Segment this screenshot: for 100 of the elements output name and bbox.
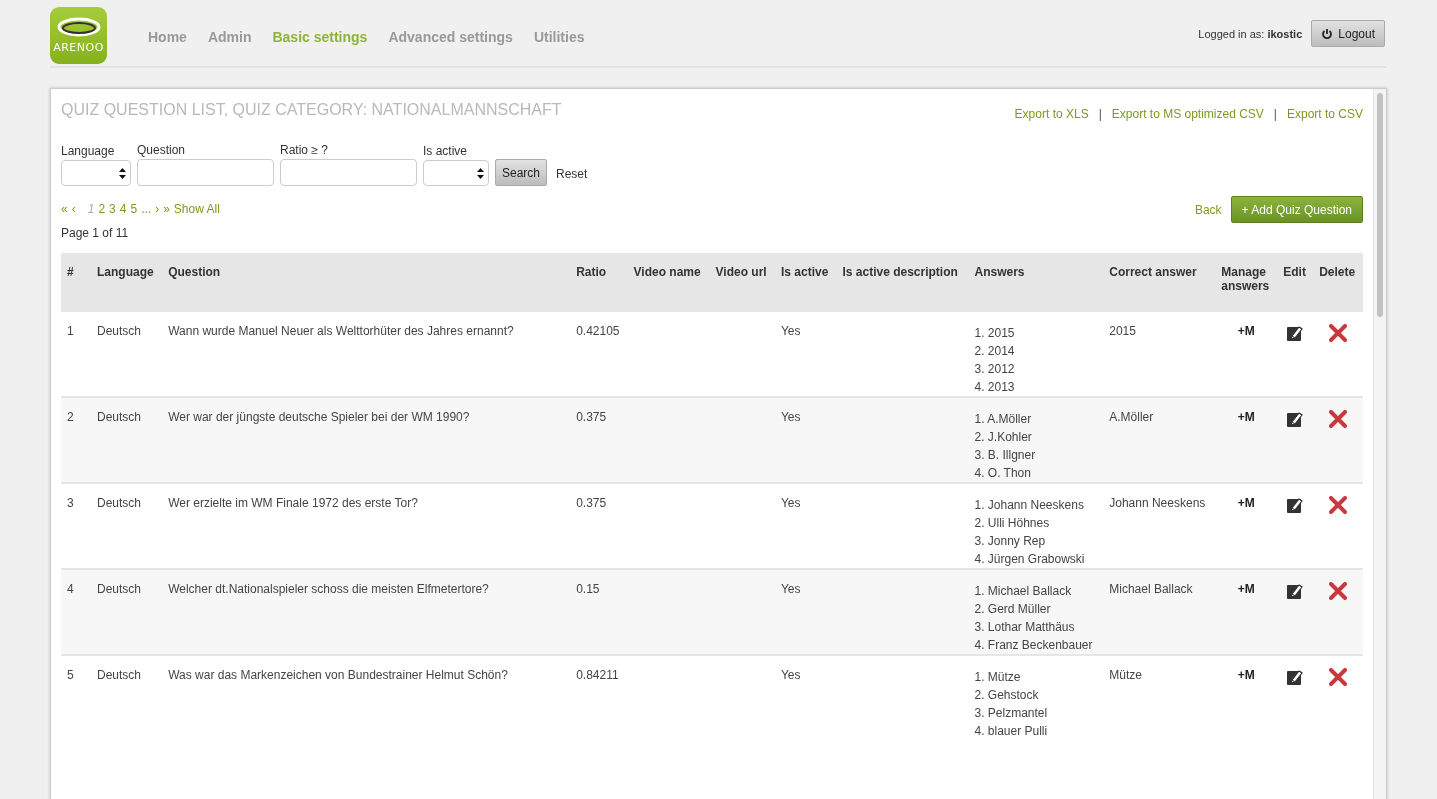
edit-icon[interactable]: [1286, 496, 1305, 514]
first-page-link[interactable]: «: [61, 202, 68, 216]
table-cell: Michael Ballack: [1109, 582, 1193, 596]
answer-item: 4. O. Thon: [974, 465, 1032, 482]
next-page-link[interactable]: ›: [155, 202, 160, 216]
table-cell: 0.375: [576, 496, 607, 510]
logo[interactable]: ARENOO: [50, 6, 107, 64]
row-number: 2: [67, 410, 74, 424]
table-cell: A.Möller: [1109, 410, 1154, 424]
answer-item: 4. Franz Beckenbauer: [974, 637, 1094, 654]
answer-item: 1. 2015: [974, 325, 1016, 342]
search-button[interactable]: Search: [495, 159, 548, 186]
table-cell: 0.15: [576, 582, 600, 596]
show-all-link[interactable]: Show All: [173, 202, 220, 216]
edit-icon[interactable]: [1286, 324, 1305, 342]
column-header: Delete: [1319, 265, 1356, 279]
answer-item: 2. J.Kohler: [974, 429, 1033, 446]
export-link[interactable]: Export to XLS: [1014, 107, 1089, 121]
edit-icon[interactable]: [1286, 582, 1305, 600]
reset-link[interactable]: Reset: [556, 166, 588, 181]
manage-answers-link[interactable]: +M: [1237, 582, 1255, 596]
previous-page-link[interactable]: ‹: [71, 202, 76, 216]
edit-icon[interactable]: [1286, 410, 1305, 428]
last-page-link[interactable]: »: [163, 202, 170, 216]
power-icon: [1321, 27, 1334, 40]
nav-link[interactable]: Admin: [207, 29, 252, 45]
table-cell: Deutsch: [97, 582, 142, 596]
manage-answers-link[interactable]: +M: [1237, 410, 1255, 424]
row-number: 1: [67, 324, 74, 338]
delete-icon[interactable]: [1329, 582, 1348, 600]
nav-link[interactable]: Utilities: [533, 29, 585, 45]
table-cell: Deutsch: [97, 324, 142, 338]
nav-link[interactable]: Advanced settings: [388, 29, 513, 45]
nav-link[interactable]: Home: [148, 29, 187, 45]
manage-answers-link[interactable]: +M: [1237, 668, 1255, 682]
table-cell: Yes: [780, 582, 801, 596]
filter-label: Is active: [423, 144, 468, 158]
delete-icon[interactable]: [1329, 324, 1348, 342]
column-header: Edit: [1283, 265, 1306, 279]
page-link[interactable]: 5: [130, 202, 138, 216]
delete-icon[interactable]: [1329, 496, 1348, 514]
ring-icon: [56, 16, 101, 38]
table-cell: Yes: [780, 324, 801, 338]
column-header: Video name: [633, 265, 701, 279]
answer-item: 3. B. Illgner: [974, 447, 1037, 464]
manage-answers-link[interactable]: +M: [1237, 496, 1255, 510]
table-cell: Yes: [780, 668, 801, 682]
column-header: #: [67, 265, 74, 279]
table-cell: Welcher dt.Nationalspieler schoss die meisten Elfmetertore?: [168, 582, 489, 596]
page-link[interactable]: 3: [109, 202, 116, 216]
table-cell: 2015: [1109, 324, 1136, 338]
separator: |: [1098, 107, 1102, 121]
table-cell: Deutsch: [97, 668, 142, 682]
row-number: 3: [67, 496, 74, 510]
filter-label: Ratio ≥ ?: [280, 143, 329, 157]
table-cell: Deutsch: [97, 410, 142, 424]
column-header: Manage answers: [1221, 265, 1270, 293]
delete-icon[interactable]: [1329, 668, 1348, 686]
edit-icon[interactable]: [1286, 668, 1305, 686]
page-link[interactable]: 4: [119, 202, 127, 216]
logo-text: ARENOO: [53, 41, 104, 54]
nav-link[interactable]: Basic settings: [272, 29, 368, 45]
delete-icon[interactable]: [1329, 410, 1348, 428]
table-cell: Deutsch: [97, 496, 142, 510]
logout-button[interactable]: Logout: [1311, 20, 1385, 47]
input-field[interactable]: [137, 159, 274, 186]
input-field[interactable]: [280, 159, 417, 186]
export-link[interactable]: Export to CSV: [1286, 107, 1363, 121]
table-cell: Mütze: [1109, 668, 1142, 682]
page-link[interactable]: 2: [98, 202, 106, 216]
table-cell: Johann Neeskens: [1109, 496, 1206, 510]
column-header: Answers: [974, 265, 1025, 279]
answer-item: 3. Jonny Rep: [974, 533, 1047, 550]
answer-item: 4. blauer Pulli: [974, 723, 1049, 740]
answer-item: 2. Ulli Höhnes: [974, 515, 1051, 532]
scrollbar[interactable]: [1373, 89, 1386, 799]
page-link[interactable]: 1: [87, 202, 95, 216]
answer-item: 1. Johann Neeskens: [974, 497, 1085, 514]
table-cell: Yes: [780, 410, 801, 424]
answer-item: 3. 2012: [974, 361, 1016, 378]
table-cell: 0.84211: [576, 668, 619, 682]
answer-item: 1. Michael Ballack: [974, 583, 1073, 600]
select-field[interactable]: [61, 160, 131, 186]
separator: |: [1273, 107, 1277, 121]
export-link[interactable]: Export to MS optimized CSV: [1111, 107, 1264, 121]
page-title: QUIZ QUESTION LIST, QUIZ CATEGORY: NATIONALMANNSCHAFT: [61, 101, 562, 119]
manage-answers-link[interactable]: +M: [1237, 324, 1255, 338]
answer-item: 4. 2013: [974, 379, 1016, 396]
back-link[interactable]: Back: [1194, 202, 1222, 217]
column-header: Video url: [715, 265, 767, 279]
scrollbar-thumb[interactable]: [1377, 93, 1383, 317]
column-header: Question: [168, 265, 221, 279]
logged-in-label: Logged in as: ikostic: [1198, 27, 1303, 40]
page-info: Page 1 of 11: [61, 226, 130, 240]
row-number: 4: [67, 582, 74, 596]
ellipsis: ...: [141, 202, 152, 216]
add-question-button[interactable]: + Add Quiz Question: [1230, 196, 1363, 223]
filter-label: Language: [61, 144, 116, 158]
column-header: Is active: [780, 265, 829, 279]
select-field[interactable]: [423, 160, 489, 186]
